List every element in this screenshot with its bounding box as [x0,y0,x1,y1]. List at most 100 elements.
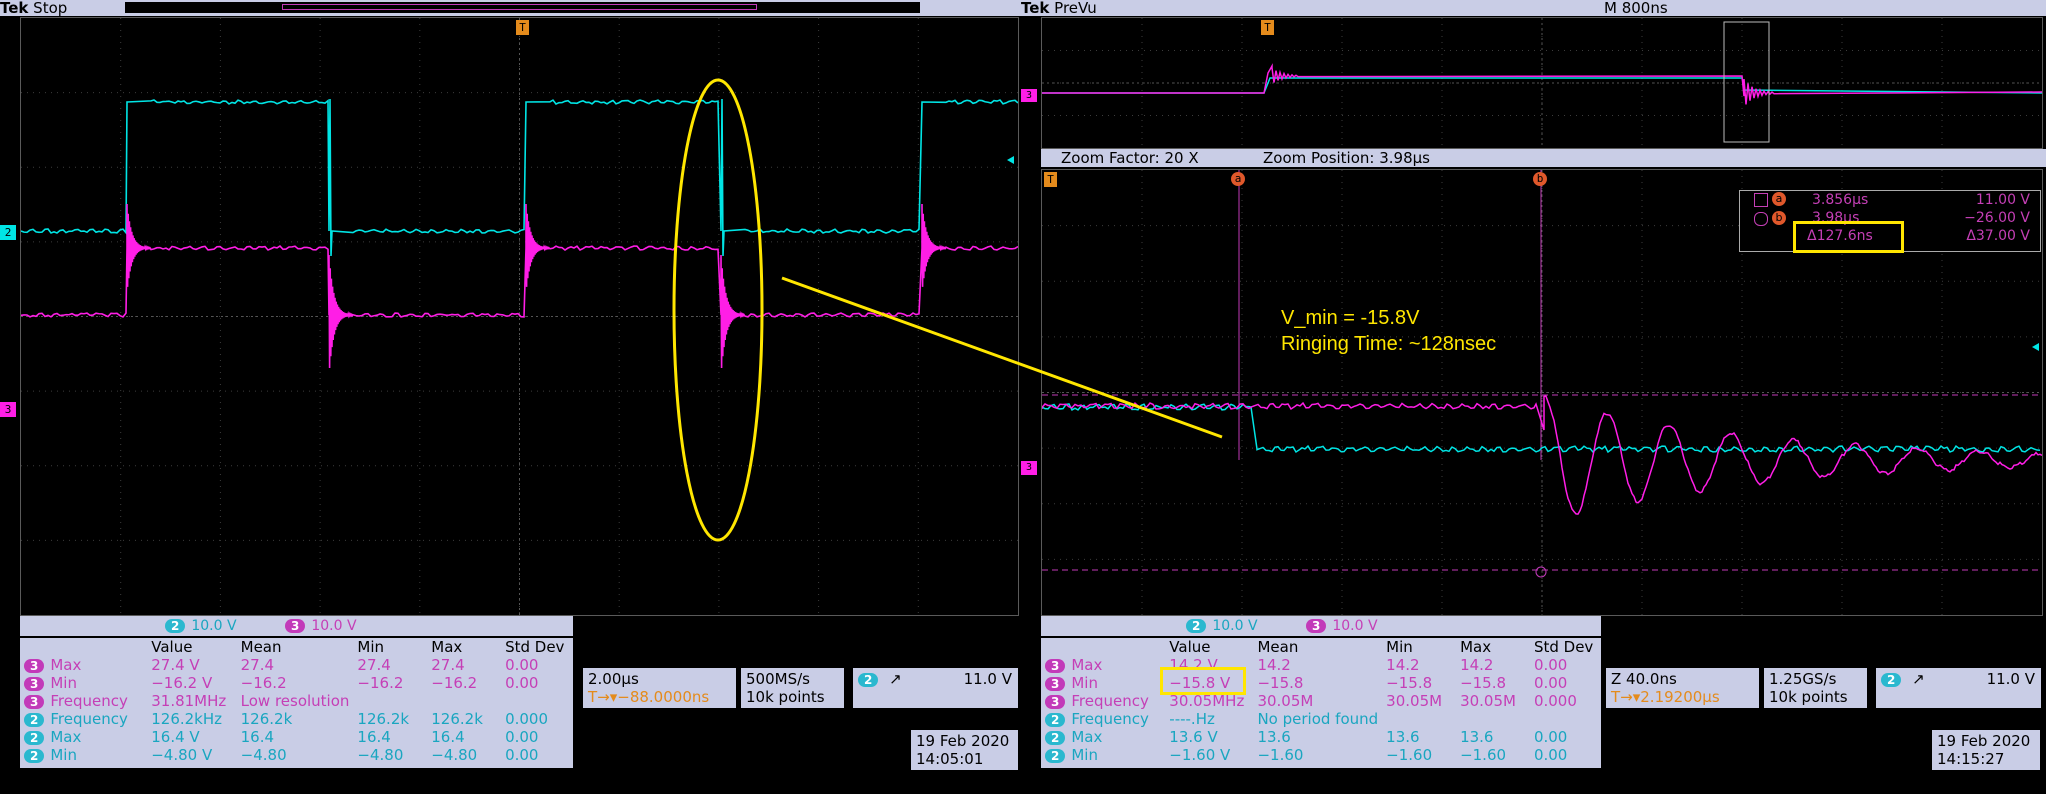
right-time: 14:15:27 [1937,750,2005,768]
right-col-header: Mean [1257,638,1299,656]
left-col-header: Mean [240,638,282,656]
right-table-row[interactable]: 3 Frequency 30.05MHz 30.05M 30.05M 30.05M 0.00… [1041,692,1601,710]
left-ch2-scale-indicator[interactable]: 2 10.0 V [165,617,237,635]
right-table-row[interactable]: 2 Frequency ----.Hz No period found [1041,710,1601,728]
left-graticule [20,17,1019,616]
right-table-row[interactable]: 2 Min −1.60 V −1.60 −1.60 −1.60 0.00 [1041,746,1601,764]
right-col-header: Max [1460,638,1492,656]
left-ch2-ground-marker[interactable]: 2 [0,225,16,240]
measurement-max: 30.05M [1460,692,1516,710]
measurement-name: Max [50,656,82,674]
annotation-ringing-time: Ringing Time: ~128nsec [1281,333,1497,355]
right-measurement-table: Value Mean Min Max Std Dev 3 Max 14.2 V 14.2 14.2… [1041,638,1601,768]
right-date: 19 Feb 2020 [1937,732,2031,750]
measurement-name: Max [50,728,82,746]
measurement-min: 14.2 [1386,656,1420,674]
delta-time-highlight-box [1793,221,1904,253]
right-channel-scale-bar: 2 10.0 V 3 10.0 V [1041,616,1601,636]
left-brand: Tek [0,0,29,17]
cursor-a-time: 3.856µs [1812,192,1869,208]
measurement-mean: −15.8 [1257,674,1304,692]
left-trigger-source-badge: 2 [858,673,879,687]
right-table-row[interactable]: 3 Max 14.2 V 14.2 14.2 14.2 0.00 [1041,656,1601,674]
left-ch2-scale: 10.0 V [191,618,237,634]
measurement-value: 126.2kHz [151,710,223,728]
measurement-name: Min [50,746,77,764]
measurement-mean: 30.05M [1257,692,1314,710]
measurement-name: Frequency [1071,710,1149,728]
measurement-std [501,692,573,710]
right-header-bar: Tek PreVu M 800ns [1021,0,2046,16]
left-horizontal-readout[interactable]: 2.00µs T→▾−88.0000ns [582,667,737,709]
right-zoom-factor: Zoom Factor: 20 X [1061,149,1199,167]
left-table-row[interactable]: 2 Frequency 126.2kHz 126.2k 126.2k 126.2k 0.00… [20,710,573,728]
measurement-min: 30.05M [1386,692,1443,710]
left-table-row[interactable]: 3 Max 27.4 V 27.4 27.4 27.4 0.00 [20,656,573,674]
measurement-value: −1.60 V [1169,746,1231,764]
measurement-std: 0.00 [505,656,539,674]
channel-badge: 3 [1045,677,1066,691]
channel-badge: 3 [1045,659,1066,673]
left-horizontal-scale: 2.00µs [588,670,639,688]
channel-badge: 3 [24,659,45,673]
right-overview-ch3-marker: 3 [1021,89,1037,102]
right-record-length: M 800ns [1604,0,1668,17]
channel-badge: 2 [1045,731,1066,745]
right-sample-rate: 1.25GS/s [1769,670,1837,688]
left-acquisition-readout[interactable]: 500MS/s 10k points [740,667,845,709]
measurement-value: 13.6 V [1169,728,1218,746]
right-table-row[interactable]: 2 Max 13.6 V 13.6 13.6 13.6 0.00 [1041,728,1601,746]
right-table-row[interactable]: 3 Min −15.8 V −15.8 −15.8 −15.8 0.00 [1041,674,1601,692]
cursor-a-volt: 11.00 V [1975,192,2030,208]
channel-badge: 2 [1045,749,1066,763]
left-horizontal-position: T→▾−88.0000ns [588,688,710,706]
measurement-name: Frequency [50,692,128,710]
right-acquisition-readout[interactable]: 1.25GS/s 10k points [1763,667,1868,709]
left-trigger-slope-icon: ↗ [889,670,902,688]
left-col-header: Min [357,638,385,656]
right-horizontal-readout[interactable]: Z 40.0ns T→▾2.19200µs [1605,667,1760,709]
channel-badge: 2 [24,713,45,727]
left-channel-scale-bar: 2 10.0 V 3 10.0 V [20,616,573,636]
right-overview-trigger-marker[interactable]: T [1261,20,1274,35]
left-acq-state: Stop [33,0,68,17]
right-trigger-readout[interactable]: 2 ↗ 11.0 V [1875,667,2042,709]
right-ch2-scale-indicator[interactable]: 2 10.0 V [1186,617,1258,635]
left-trigger-level: 11.0 V [963,670,1012,688]
left-trigger-readout[interactable]: 2 ↗ 11.0 V [852,667,1019,709]
right-cursor-a-marker[interactable]: a [1231,172,1245,186]
left-measurement-table: Value Mean Min Max Std Dev 3 Max 27.4 V 27.4 27.4… [20,638,573,768]
measurement-max: −4.80 [431,746,478,764]
right-ch3-scale-indicator[interactable]: 3 10.0 V [1306,617,1378,635]
left-table-row[interactable]: 2 Min −4.80 V −4.80 −4.80 −4.80 0.00 [20,746,573,764]
left-trigger-position-marker[interactable]: T [516,20,529,35]
left-ch3-scale-indicator[interactable]: 3 10.0 V [285,617,357,635]
right-cursor-b-marker[interactable]: b [1533,172,1547,186]
measurement-max: −16.2 [431,674,478,692]
left-table-row[interactable]: 3 Frequency 31.81MHz Low resolution [20,692,573,710]
measurement-mean: 14.2 [1257,656,1291,674]
measurement-name: Max [1071,728,1103,746]
channel-badge: 2 [24,731,45,745]
right-ch3-ground-marker: 3 [1021,461,1037,475]
measurement-value: 27.4 V [151,656,200,674]
measurement-mean: −1.60 [1257,746,1304,764]
right-table-header: Value Mean Min Max Std Dev [1041,638,1601,656]
right-overview-graticule [1041,17,2043,149]
measurement-value: 31.81MHz [151,692,227,710]
cursor-a-square-icon [1754,193,1768,207]
channel-badge: 2 [1045,713,1066,727]
measurement-mean: Low resolution [240,692,350,710]
channel-badge: 3 [24,695,45,709]
right-zoom-trigger-marker[interactable]: T [1044,172,1057,187]
measurement-std: 0.00 [1533,746,1568,764]
cursor-delta-volt: Δ37.00 V [1966,228,2030,244]
right-ch2-scale: 10.0 V [1212,618,1258,634]
left-table-row[interactable]: 3 Min −16.2 V −16.2 −16.2 −16.2 0.00 [20,674,573,692]
left-ch3-ground-marker[interactable]: 3 [0,402,16,417]
measurement-max: −15.8 [1460,674,1507,692]
measurement-mean: No period found [1257,710,1379,728]
right-record-points: 10k points [1769,688,1848,706]
left-table-row[interactable]: 2 Max 16.4 V 16.4 16.4 16.4 0.00 [20,728,573,746]
measurement-min: 13.6 [1386,728,1420,746]
